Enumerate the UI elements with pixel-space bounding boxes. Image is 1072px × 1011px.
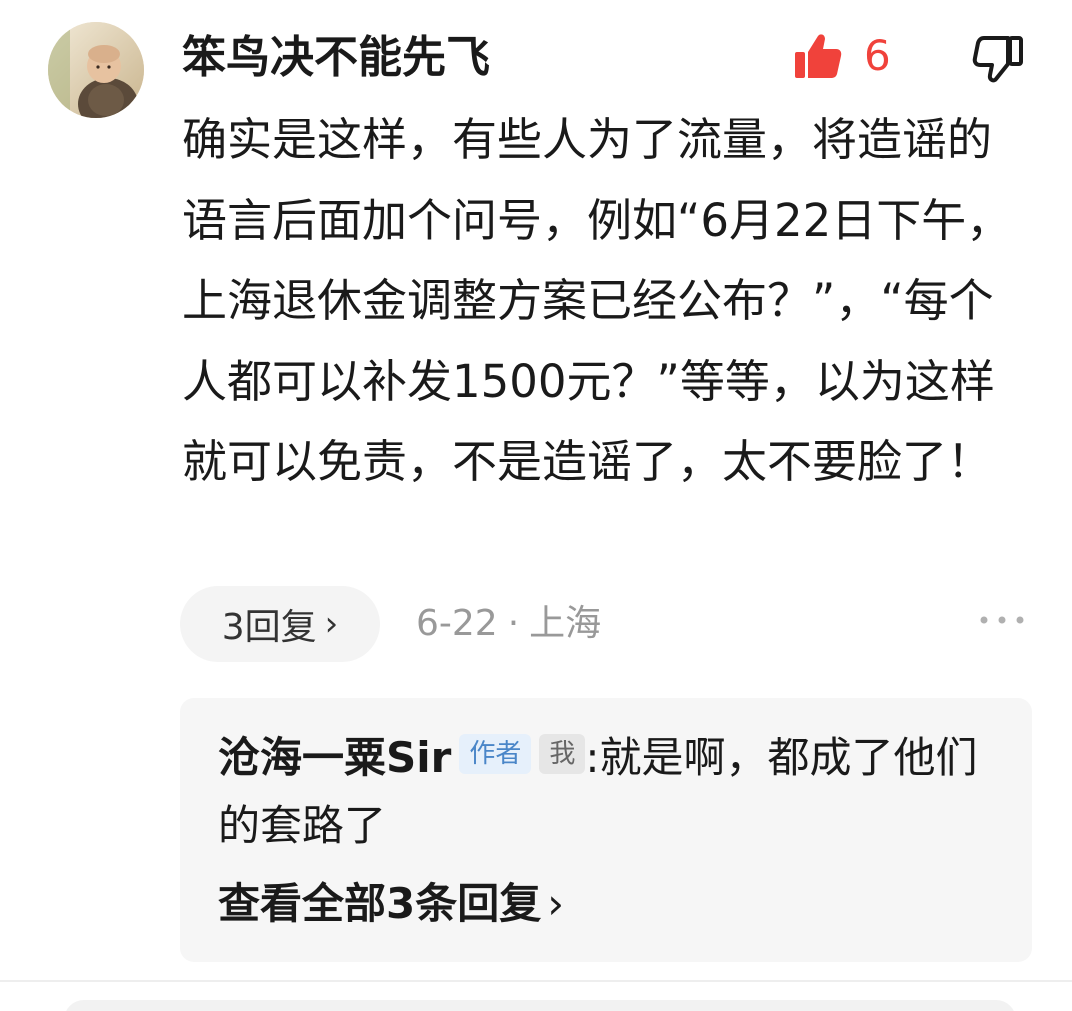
more-dots-icon[interactable] [978,608,1026,632]
user-avatar[interactable] [48,22,144,118]
reply-content: 沧海一粟Sir 作者我:就是啊，都成了他们的套路了 [218,724,998,860]
avatar-image [48,22,144,118]
reply-author[interactable]: 沧海一粟Sir [218,733,451,782]
chevron-right-icon: › [547,879,565,928]
comment-date: 6-22 [416,603,498,644]
author-badge: 作者 [459,734,532,774]
like-button[interactable]: 6 [792,26,891,86]
reply-separator: : [585,733,600,782]
comment-page: 笨鸟决不能先飞 6 确实是这样，有些人为了流量，将造谣的语言后面加个问号，例如“… [0,0,1072,1011]
next-comment-box [64,1000,1016,1011]
divider [0,980,1072,982]
comment-location: 上海 [529,603,602,644]
me-badge: 我 [539,734,586,774]
reply-preview-box: 沧海一粟Sir 作者我:就是啊，都成了他们的套路了 查看全部3条回复 › [180,698,1032,962]
thumbs-up-icon [795,34,842,78]
like-count: 6 [864,31,891,80]
comment-text: 确实是这样，有些人为了流量，将造谣的语言后面加个问号，例如“6月22日下午，上海… [182,113,1012,488]
comment-username[interactable]: 笨鸟决不能先飞 [182,28,490,88]
view-all-replies-button[interactable]: 查看全部3条回复 › [218,874,564,934]
view-all-label: 查看全部3条回复 [218,879,542,928]
meta-separator-dot: · [507,603,520,644]
replies-label: 3回复 [221,607,317,648]
chevron-right-icon: › [324,604,339,644]
replies-button[interactable]: 3回复 › [180,586,380,662]
comment-meta: 6-22 · 上海 [416,596,601,652]
thumbs-down-icon[interactable] [972,32,1026,86]
